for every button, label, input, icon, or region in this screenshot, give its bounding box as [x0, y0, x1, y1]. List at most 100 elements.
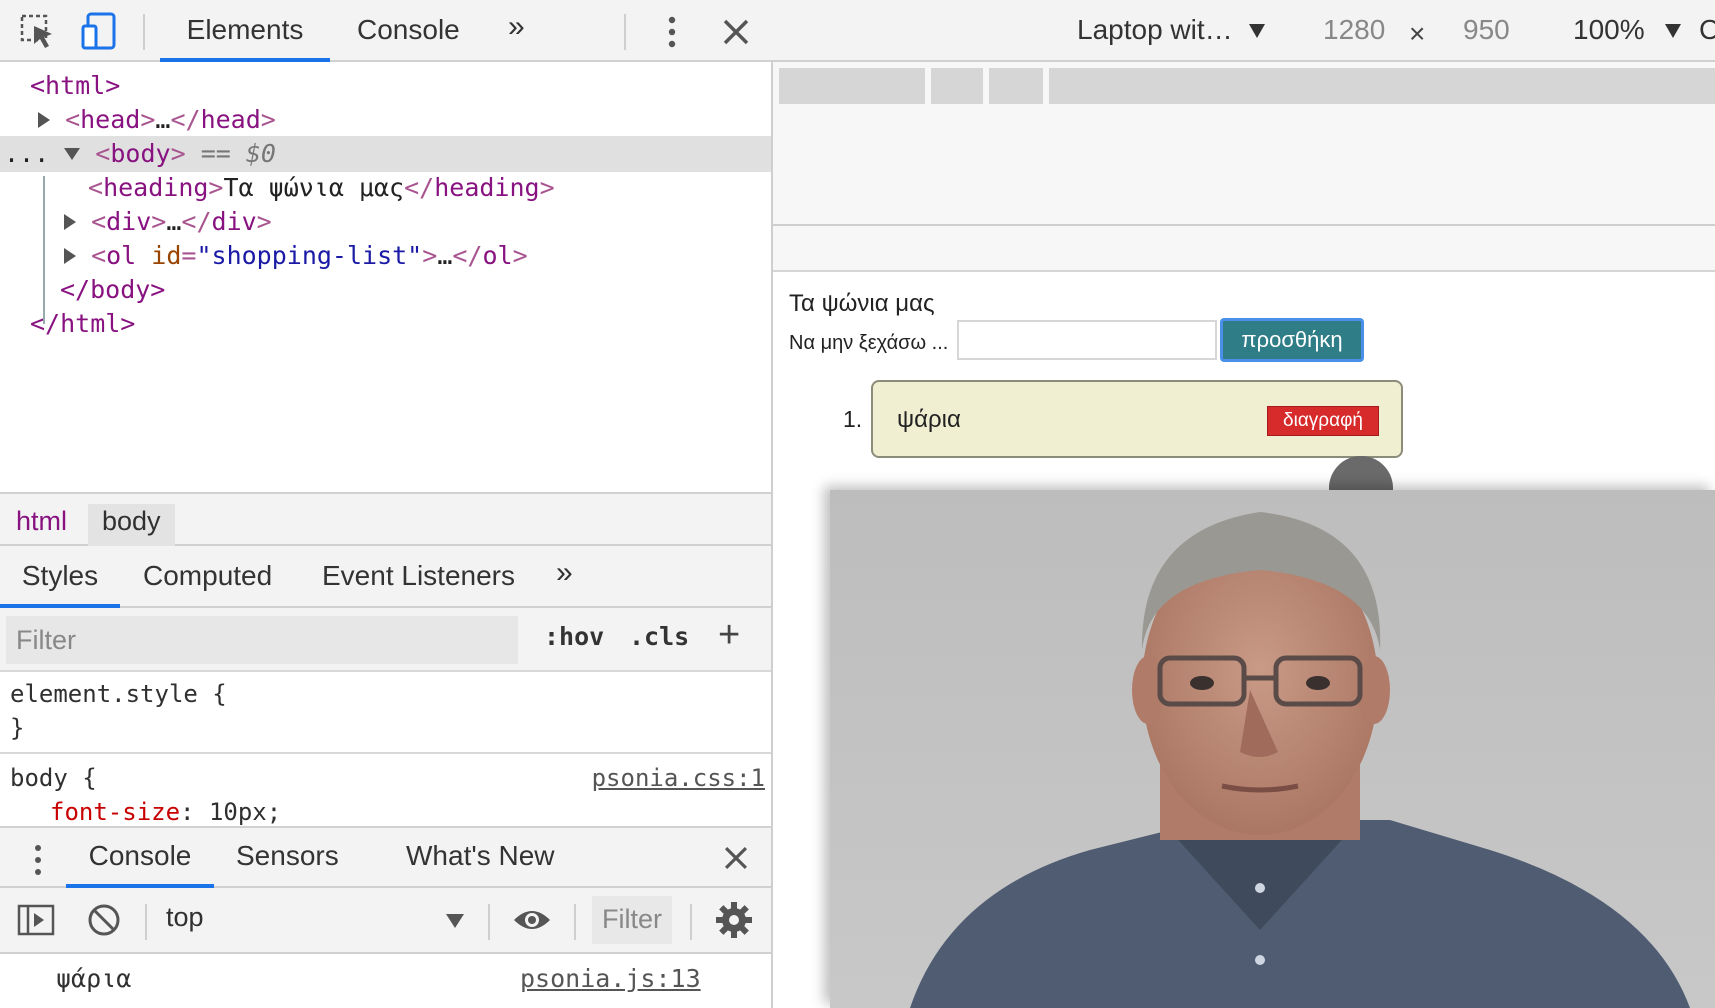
- ol-tag: ol: [106, 241, 137, 270]
- indent-guide: [43, 176, 45, 324]
- media-query-segment[interactable]: [989, 68, 1043, 104]
- gear-icon[interactable]: [714, 900, 754, 945]
- ruler-divider: [773, 224, 1715, 226]
- presenter-video: [830, 490, 1715, 1008]
- div-close-tag: div: [211, 207, 257, 236]
- zoom-selector[interactable]: 100%: [1573, 14, 1645, 46]
- toolbar-divider: [145, 904, 147, 940]
- tag-bracket: >: [260, 105, 276, 134]
- tag-bracket: </: [170, 105, 201, 134]
- more-tabs-icon[interactable]: »: [508, 10, 525, 58]
- expand-arrow-icon[interactable]: [64, 248, 76, 264]
- tag-bracket: >: [512, 241, 528, 270]
- breadcrumb: html body: [0, 492, 771, 546]
- eye-icon[interactable]: [512, 904, 552, 941]
- viewport-height-input[interactable]: 950: [1463, 14, 1510, 46]
- breadcrumb-html[interactable]: html: [2, 504, 81, 546]
- class-toggle[interactable]: .cls: [629, 622, 689, 651]
- chevron-down-icon[interactable]: [1249, 24, 1265, 38]
- console-source-link[interactable]: psonia.js:13: [520, 964, 701, 993]
- dom-node-div[interactable]: <div>…</div>: [0, 204, 771, 240]
- collapsed-ellipsis: …: [437, 241, 453, 270]
- page-title: Τα ψώνια μας: [789, 290, 935, 317]
- css-source-link[interactable]: psonia.css:1: [592, 764, 765, 792]
- tag-bracket: <: [95, 139, 111, 168]
- tag-bracket: >: [208, 173, 224, 202]
- node-actions-dots[interactable]: ...: [4, 139, 49, 168]
- tab-computed[interactable]: Computed: [143, 560, 272, 608]
- heading-tag: heading: [103, 173, 209, 202]
- expand-arrow-icon[interactable]: [64, 214, 76, 230]
- styles-filter-row: :hov .cls +: [0, 608, 771, 672]
- dom-node-html-close[interactable]: </html>: [0, 306, 771, 342]
- css-property-value[interactable]: 10px;: [209, 798, 281, 826]
- devtools-toolbar: Elements Console »: [0, 0, 773, 62]
- context-selector[interactable]: top: [166, 902, 204, 933]
- toolbar-divider: [574, 904, 576, 940]
- element-style-selector[interactable]: element.style {: [10, 680, 227, 708]
- tag-bracket: <: [65, 105, 81, 134]
- dom-node-heading[interactable]: <heading>Τα ψώνια μας</heading>: [0, 170, 771, 206]
- css-property-name[interactable]: font-size: [50, 798, 180, 826]
- collapse-arrow-icon[interactable]: [64, 148, 81, 160]
- media-query-segment[interactable]: [1049, 68, 1715, 104]
- console-filter-input[interactable]: Filter: [592, 896, 672, 944]
- styles-filter-input[interactable]: [6, 616, 518, 664]
- collapsed-ellipsis: …: [166, 207, 182, 236]
- chevron-down-icon[interactable]: [446, 914, 464, 928]
- drawer-menu-icon[interactable]: [24, 840, 52, 885]
- device-selector[interactable]: Laptop wit…: [1077, 14, 1233, 46]
- clear-console-icon[interactable]: [86, 902, 122, 943]
- inspect-element-icon[interactable]: [18, 12, 58, 52]
- dom-node-body-close[interactable]: </body>: [0, 272, 771, 308]
- close-icon[interactable]: [716, 12, 756, 52]
- chevron-down-icon[interactable]: [1665, 24, 1681, 38]
- drawer-tab-console[interactable]: Console: [66, 840, 214, 888]
- tag-bracket: >: [422, 241, 438, 270]
- head-close-tag: head: [200, 105, 261, 134]
- list-item-text: ψάρια: [897, 406, 961, 433]
- tag-bracket: >: [170, 139, 186, 168]
- media-query-segment[interactable]: [931, 68, 983, 104]
- drawer-tab-sensors[interactable]: Sensors: [236, 840, 339, 888]
- tag-bracket: >: [151, 207, 167, 236]
- console-output: ψάρια psonia.js:13: [0, 954, 771, 1008]
- item-input[interactable]: [957, 320, 1217, 360]
- dom-node-ol[interactable]: <ol id="shopping-list">…</ol>: [0, 238, 771, 274]
- media-query-bar: [779, 68, 1715, 104]
- add-item-button[interactable]: προσθήκη: [1220, 318, 1364, 362]
- dom-tree: <html> <head>…</head> ... <body> == $0 <…: [0, 64, 771, 492]
- selected-node-marker: == $0: [200, 139, 276, 168]
- more-tabs-icon[interactable]: »: [556, 556, 573, 604]
- new-style-rule-icon[interactable]: +: [718, 614, 740, 657]
- dom-node-head[interactable]: <head>…</head>: [0, 102, 771, 138]
- expand-arrow-icon[interactable]: [38, 112, 50, 128]
- tag-bracket: </: [452, 241, 483, 270]
- viewport-width-input[interactable]: 1280: [1323, 14, 1385, 46]
- tab-styles[interactable]: Styles: [0, 560, 120, 608]
- kebab-menu-icon[interactable]: [652, 12, 692, 52]
- console-log-message[interactable]: ψάρια: [56, 964, 131, 993]
- delete-item-button[interactable]: διαγραφή: [1267, 406, 1379, 436]
- attribute-value: "shopping-list": [196, 241, 423, 270]
- close-drawer-icon[interactable]: [718, 840, 754, 881]
- tag-bracket: >: [140, 105, 156, 134]
- dimension-separator: ×: [1409, 18, 1426, 49]
- dom-node-html[interactable]: <html>: [0, 68, 771, 104]
- body-tag: body: [110, 139, 171, 168]
- show-sidebar-icon[interactable]: [16, 902, 56, 943]
- dom-node-body[interactable]: ... <body> == $0: [0, 136, 771, 172]
- breadcrumb-body[interactable]: body: [88, 504, 175, 546]
- tab-elements[interactable]: Elements: [160, 14, 330, 62]
- console-toolbar: top Filter: [0, 888, 771, 954]
- drawer-tab-whats-new[interactable]: What's New: [406, 840, 555, 888]
- hover-state-toggle[interactable]: :hov: [544, 622, 604, 651]
- styles-pane: element.style { } body { psonia.css:1 fo…: [0, 672, 771, 826]
- device-toolbar-icon[interactable]: [80, 12, 120, 52]
- media-query-segment[interactable]: [779, 68, 925, 104]
- tab-console[interactable]: Console: [357, 14, 460, 62]
- toolbar-divider: [143, 14, 145, 50]
- device-viewport: Laptop wit… 1280 × 950 100% C Τα ψώνια μ…: [773, 0, 1715, 1008]
- tab-event-listeners[interactable]: Event Listeners: [322, 560, 515, 608]
- body-selector[interactable]: body {: [10, 764, 97, 792]
